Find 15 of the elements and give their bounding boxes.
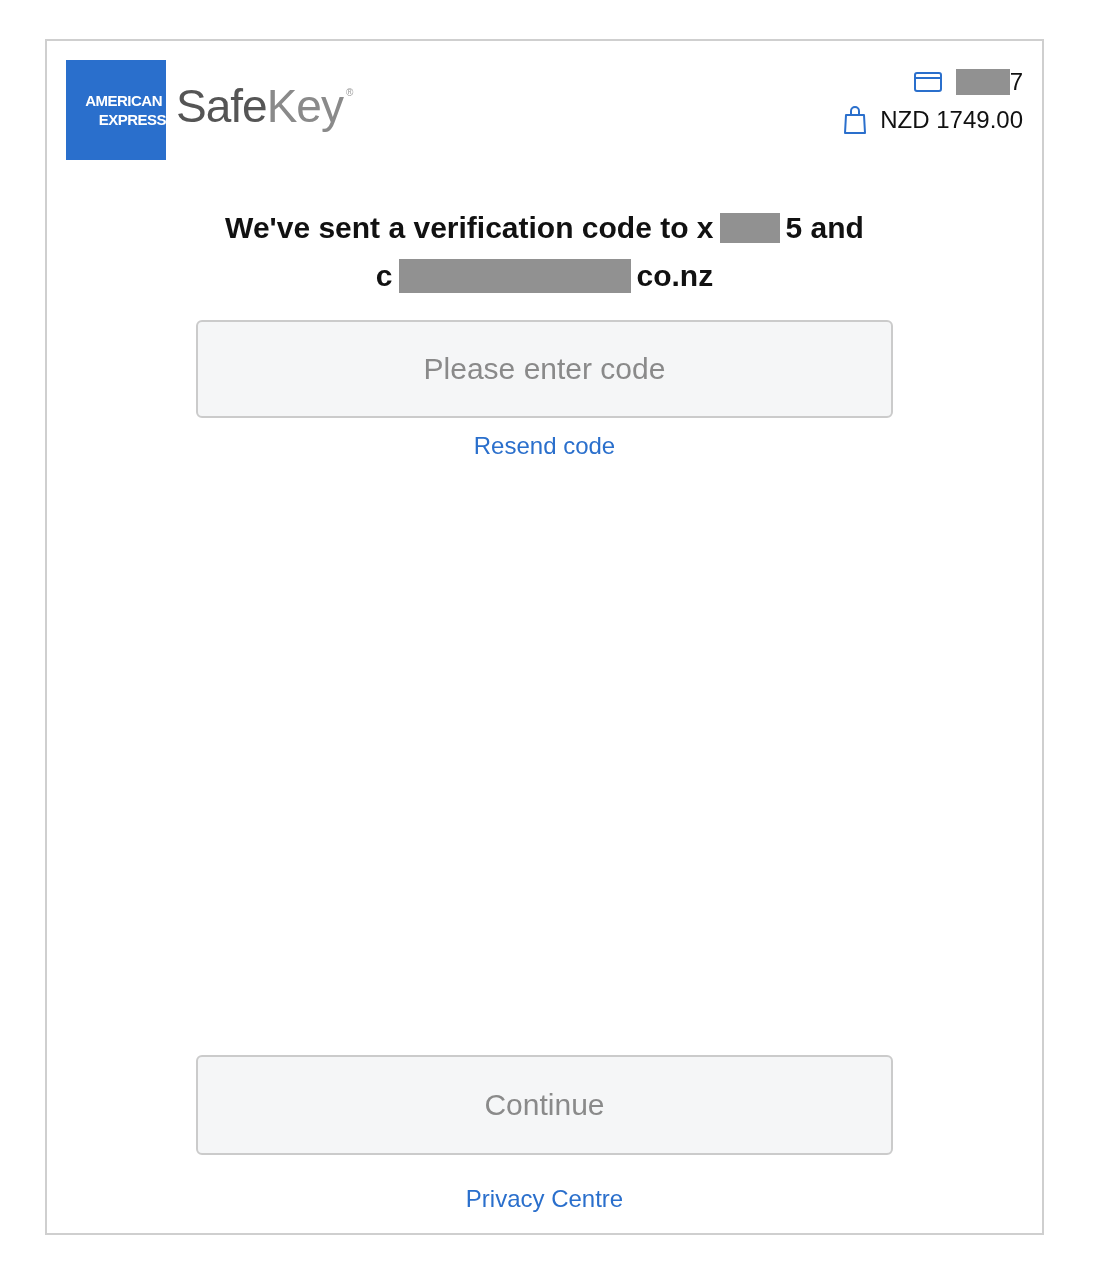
redaction-mark xyxy=(719,213,780,243)
american-express-logo: AMERICAN EXPRESS xyxy=(66,60,166,160)
card-icon xyxy=(913,72,942,92)
message-text: c xyxy=(375,258,393,294)
redaction-mark xyxy=(955,69,1010,95)
code-input-field[interactable]: Please enter code xyxy=(196,320,893,418)
safekey-wordmark: SafeKey$^{®}$ xyxy=(176,79,353,133)
message-text: We've sent a verification code to x xyxy=(225,210,714,246)
resend-code-link[interactable]: Resend code xyxy=(473,432,616,459)
message-text: co.nz xyxy=(636,258,714,294)
privacy-centre-link[interactable]: Privacy Centre xyxy=(465,1185,624,1213)
message-text: 5 and xyxy=(785,210,864,246)
purchase-amount: NZD 1749.00 xyxy=(880,106,1023,134)
card-number-suffix: 7 xyxy=(1009,68,1023,96)
shopping-bag-icon xyxy=(844,106,867,134)
